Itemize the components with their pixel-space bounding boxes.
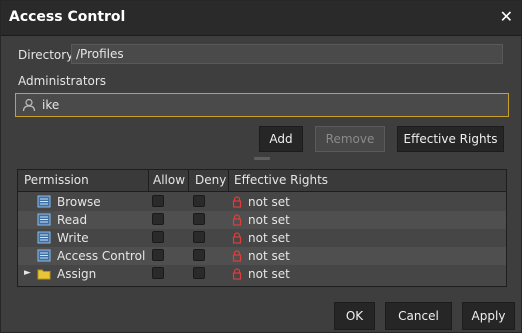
deny-checkbox[interactable]	[193, 213, 205, 225]
allow-checkbox[interactable]	[152, 213, 164, 225]
effective-value: not set	[248, 231, 290, 245]
directory-label: Directory:	[18, 48, 77, 62]
effective-rights-button[interactable]: Effective Rights	[397, 126, 504, 152]
allow-checkbox[interactable]	[152, 249, 164, 261]
permissions-table: Permission Allow Deny Effective Rights B…	[17, 169, 507, 287]
effective-value: not set	[248, 267, 290, 281]
allow-checkbox[interactable]	[152, 267, 164, 279]
lock-icon	[232, 214, 242, 226]
table-row[interactable]: Access Control not set	[18, 247, 506, 265]
title-bar[interactable]: Access Control ✕	[1, 1, 521, 36]
expand-arrow-icon[interactable]: ►	[24, 268, 31, 278]
user-icon	[22, 98, 36, 112]
effective-value: not set	[248, 249, 290, 263]
table-row[interactable]: Browse not set	[18, 193, 506, 211]
add-button[interactable]: Add	[259, 126, 303, 152]
column-divider[interactable]	[188, 170, 189, 191]
permission-name: Access Control	[57, 249, 146, 263]
lock-icon	[232, 250, 242, 262]
close-icon[interactable]: ✕	[500, 7, 513, 26]
permission-icon	[37, 213, 51, 226]
permission-name: Write	[57, 231, 89, 245]
allow-checkbox[interactable]	[152, 231, 164, 243]
apply-button[interactable]: Apply	[462, 302, 515, 330]
table-header: Permission Allow Deny Effective Rights	[18, 170, 506, 192]
folder-icon	[37, 269, 51, 280]
permission-name: Assign	[57, 267, 97, 281]
administrators-list[interactable]: ike	[15, 93, 509, 117]
lock-icon	[232, 268, 242, 280]
access-control-dialog: Access Control ✕ Directory: /Profiles Ad…	[0, 0, 522, 333]
administrator-entry[interactable]: ike	[22, 97, 59, 113]
remove-button[interactable]: Remove	[315, 126, 385, 152]
deny-checkbox[interactable]	[193, 249, 205, 261]
header-permission[interactable]: Permission	[24, 173, 89, 187]
table-row[interactable]: ► Assign not set	[18, 265, 506, 283]
splitter-handle[interactable]	[254, 157, 270, 160]
effective-value: not set	[248, 195, 290, 209]
cancel-button[interactable]: Cancel	[385, 302, 452, 330]
permission-icon	[37, 195, 51, 208]
column-divider[interactable]	[148, 170, 149, 191]
deny-checkbox[interactable]	[193, 195, 205, 207]
lock-icon	[232, 196, 242, 208]
administrator-name: ike	[42, 98, 60, 112]
table-row[interactable]: Write not set	[18, 229, 506, 247]
header-allow[interactable]: Allow	[153, 173, 185, 187]
directory-field[interactable]: /Profiles	[71, 44, 503, 64]
effective-value: not set	[248, 213, 290, 227]
permission-icon	[37, 231, 51, 244]
column-divider[interactable]	[228, 170, 229, 191]
deny-checkbox[interactable]	[193, 231, 205, 243]
lock-icon	[232, 232, 242, 244]
permission-name: Read	[57, 213, 88, 227]
dialog-title: Access Control	[9, 9, 126, 25]
allow-checkbox[interactable]	[152, 195, 164, 207]
deny-checkbox[interactable]	[193, 267, 205, 279]
header-deny[interactable]: Deny	[195, 173, 226, 187]
permission-name: Browse	[57, 195, 101, 209]
table-row[interactable]: Read not set	[18, 211, 506, 229]
header-effective-rights[interactable]: Effective Rights	[234, 173, 328, 187]
permission-icon	[37, 249, 51, 262]
ok-button[interactable]: OK	[334, 302, 375, 330]
administrators-label: Administrators	[18, 74, 107, 88]
